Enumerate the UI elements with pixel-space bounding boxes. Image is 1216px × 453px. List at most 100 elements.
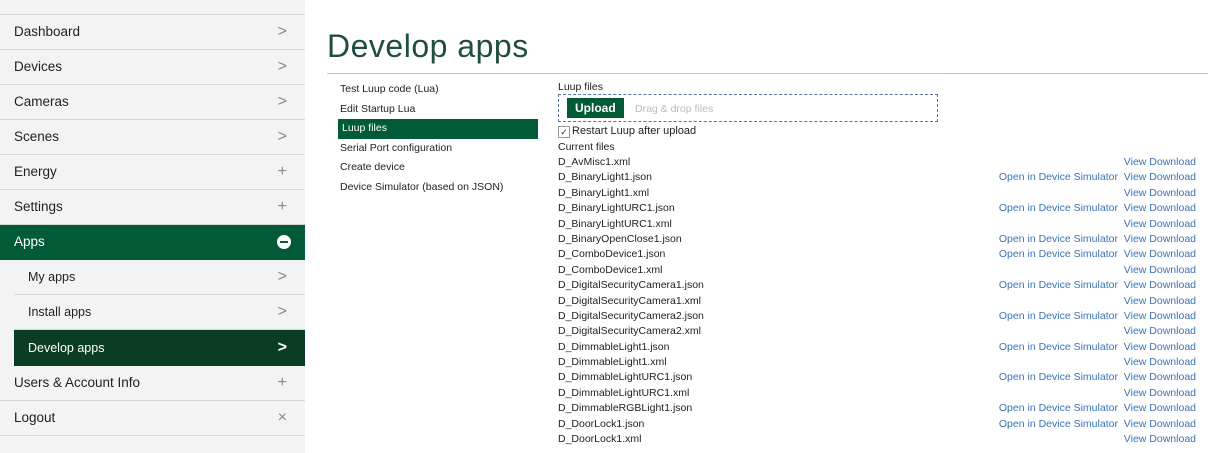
current-files-label: Current files <box>558 141 615 153</box>
view-link[interactable]: View <box>1124 295 1147 307</box>
view-link[interactable]: View <box>1124 233 1147 245</box>
submenu-item-test-luup-code[interactable]: Test Luup code (Lua) <box>338 80 538 100</box>
view-link[interactable]: View <box>1124 356 1147 368</box>
open-in-simulator-link[interactable]: Open in Device Simulator <box>999 171 1118 183</box>
sidebar-item-devices[interactable]: Devices > <box>0 50 305 85</box>
file-name: D_ComboDevice1.xml <box>558 263 663 276</box>
sidebar-subitem-my-apps[interactable]: My apps > <box>14 260 305 295</box>
sidebar-item-cameras[interactable]: Cameras > <box>0 85 305 120</box>
file-row: D_BinaryLight1.xml View Download <box>558 186 1196 201</box>
page-title: Develop apps <box>327 28 529 64</box>
chevron-right-icon: > <box>277 268 287 285</box>
open-in-simulator-link[interactable]: Open in Device Simulator <box>999 310 1118 322</box>
view-link[interactable]: View <box>1124 156 1147 168</box>
view-link[interactable]: View <box>1124 279 1147 291</box>
view-link[interactable]: View <box>1124 433 1147 445</box>
download-link[interactable]: Download <box>1149 279 1196 291</box>
develop-submenu: Test Luup code (Lua) Edit Startup Lua Lu… <box>338 80 538 197</box>
file-drop-zone[interactable]: Upload Drag & drop files <box>558 94 938 122</box>
file-name: D_BinaryLightURC1.xml <box>558 217 672 230</box>
open-in-simulator-link[interactable]: Open in Device Simulator <box>999 279 1118 291</box>
submenu-item-serial-port[interactable]: Serial Port configuration <box>338 139 538 159</box>
download-link[interactable]: Download <box>1149 325 1196 337</box>
luup-files-panel: Luup files Upload Drag & drop files ✓ Res… <box>558 80 1196 447</box>
file-row: D_DigitalSecurityCamera1.xml View Downloa… <box>558 294 1196 309</box>
view-link[interactable]: View <box>1124 387 1147 399</box>
open-in-simulator-link[interactable]: Open in Device Simulator <box>999 418 1118 430</box>
sidebar-item-apps[interactable]: Apps <box>0 225 305 260</box>
download-link[interactable]: Download <box>1149 264 1196 276</box>
download-link[interactable]: Download <box>1149 356 1196 368</box>
restart-checkbox[interactable]: ✓ <box>558 126 570 138</box>
file-row: D_DimmableRGBLight1.json Open in Device S… <box>558 401 1196 416</box>
submenu-item-edit-startup-lua[interactable]: Edit Startup Lua <box>338 100 538 120</box>
open-in-simulator-link[interactable]: Open in Device Simulator <box>999 341 1118 353</box>
download-link[interactable]: Download <box>1149 433 1196 445</box>
open-in-simulator-link[interactable]: Open in Device Simulator <box>999 248 1118 260</box>
file-row: D_DigitalSecurityCamera1.json Open in Dev… <box>558 278 1196 293</box>
file-actions: Open in Device Simulator View Download <box>999 201 1196 216</box>
view-link[interactable]: View <box>1124 187 1147 199</box>
download-link[interactable]: Download <box>1149 387 1196 399</box>
file-row: D_DigitalSecurityCamera2.json Open in Dev… <box>558 309 1196 324</box>
restart-luup-option[interactable]: ✓ Restart Luup after upload <box>558 123 1196 140</box>
view-link[interactable]: View <box>1124 248 1147 260</box>
file-row: D_DimmableLight1.xml View Download <box>558 355 1196 370</box>
sidebar-top-spacer <box>0 0 305 15</box>
download-link[interactable]: Download <box>1149 156 1196 168</box>
view-link[interactable]: View <box>1124 202 1147 214</box>
download-link[interactable]: Download <box>1149 171 1196 183</box>
file-actions: Open in Device Simulator View Download <box>999 232 1196 247</box>
view-link[interactable]: View <box>1124 218 1147 230</box>
view-link[interactable]: View <box>1124 171 1147 183</box>
download-link[interactable]: Download <box>1149 202 1196 214</box>
download-link[interactable]: Download <box>1149 187 1196 199</box>
sidebar-item-logout[interactable]: Logout × <box>0 401 305 436</box>
sidebar-item-scenes[interactable]: Scenes > <box>0 120 305 155</box>
title-divider <box>327 73 1208 74</box>
download-link[interactable]: Download <box>1149 402 1196 414</box>
download-link[interactable]: Download <box>1149 310 1196 322</box>
upload-button[interactable]: Upload <box>567 98 624 118</box>
file-actions: View Download <box>1124 155 1196 170</box>
sidebar-item-dashboard[interactable]: Dashboard > <box>0 15 305 50</box>
open-in-simulator-link[interactable]: Open in Device Simulator <box>999 371 1118 383</box>
file-row: D_BinaryOpenClose1.json Open in Device Si… <box>558 232 1196 247</box>
submenu-item-create-device[interactable]: Create device <box>338 158 538 178</box>
sidebar: Dashboard > Devices > Cameras > Scenes >… <box>0 0 305 453</box>
file-row: D_ComboDevice1.xml View Download <box>558 263 1196 278</box>
download-link[interactable]: Download <box>1149 418 1196 430</box>
file-actions: View Download <box>1124 186 1196 201</box>
file-name: D_DimmableLightURC1.json <box>558 371 693 384</box>
file-name: D_DimmableLightURC1.xml <box>558 386 690 399</box>
view-link[interactable]: View <box>1124 264 1147 276</box>
sidebar-item-energy[interactable]: Energy + <box>0 155 305 190</box>
sidebar-subitem-develop-apps[interactable]: Develop apps > <box>14 330 305 366</box>
sidebar-subitem-label: Develop apps <box>28 341 105 355</box>
view-link[interactable]: View <box>1124 341 1147 353</box>
view-link[interactable]: View <box>1124 402 1147 414</box>
sidebar-item-settings[interactable]: Settings + <box>0 190 305 225</box>
sidebar-subitem-install-apps[interactable]: Install apps > <box>14 295 305 330</box>
download-link[interactable]: Download <box>1149 295 1196 307</box>
file-actions: Open in Device Simulator View Download <box>999 417 1196 432</box>
download-link[interactable]: Download <box>1149 248 1196 260</box>
view-link[interactable]: View <box>1124 371 1147 383</box>
open-in-simulator-link[interactable]: Open in Device Simulator <box>999 233 1118 245</box>
view-link[interactable]: View <box>1124 325 1147 337</box>
open-in-simulator-link[interactable]: Open in Device Simulator <box>999 202 1118 214</box>
sidebar-subitem-label: My apps <box>28 270 76 284</box>
sidebar-item-users-account[interactable]: Users & Account Info + <box>0 366 305 401</box>
file-row: D_DigitalSecurityCamera2.xml View Downloa… <box>558 324 1196 339</box>
open-in-simulator-link[interactable]: Open in Device Simulator <box>999 402 1118 414</box>
view-link[interactable]: View <box>1124 418 1147 430</box>
submenu-item-device-simulator[interactable]: Device Simulator (based on JSON) <box>338 178 538 198</box>
submenu-item-luup-files[interactable]: Luup files <box>338 119 538 139</box>
view-link[interactable]: View <box>1124 310 1147 322</box>
download-link[interactable]: Download <box>1149 218 1196 230</box>
download-link[interactable]: Download <box>1149 233 1196 245</box>
file-row: D_DimmableLightURC1.xml View Download <box>558 386 1196 401</box>
file-actions: View Download <box>1124 294 1196 309</box>
download-link[interactable]: Download <box>1149 371 1196 383</box>
download-link[interactable]: Download <box>1149 341 1196 353</box>
